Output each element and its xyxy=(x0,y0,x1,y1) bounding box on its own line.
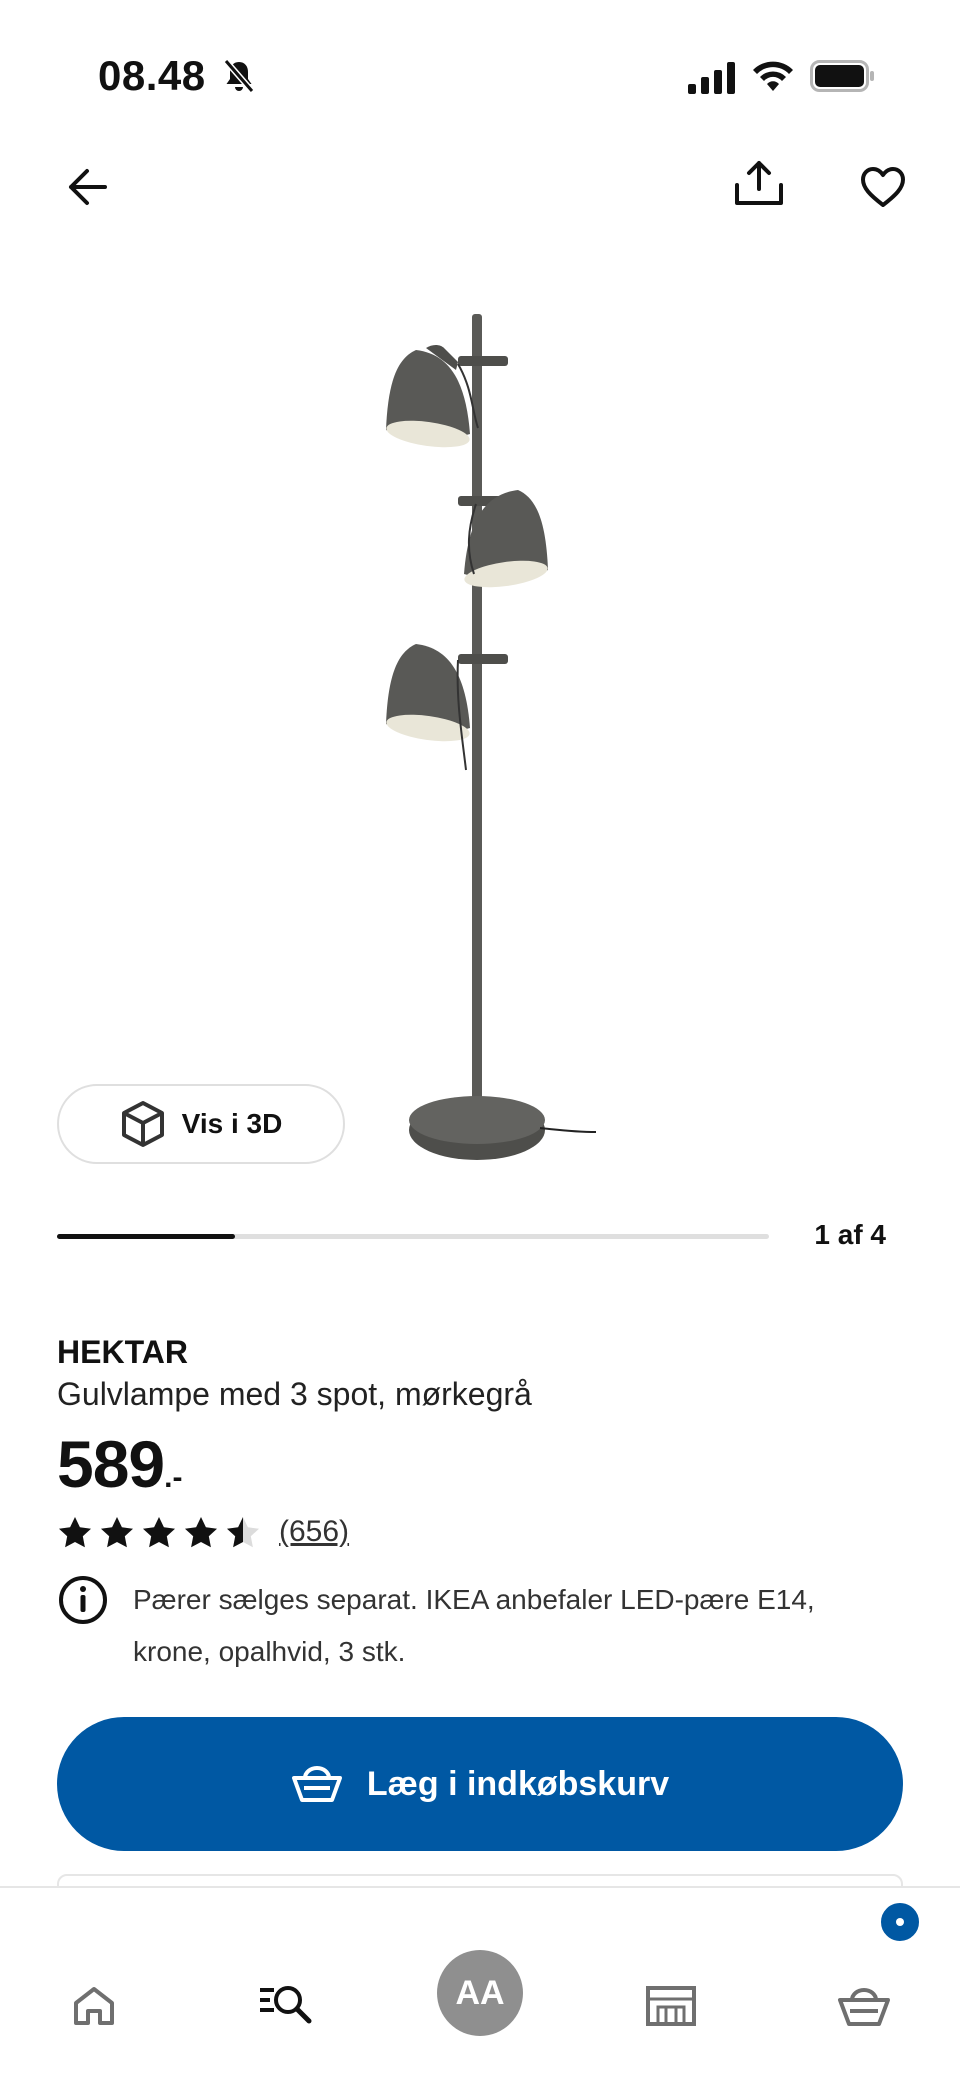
cart-badge xyxy=(878,1900,922,1944)
star-icon xyxy=(59,1517,91,1548)
cart-icon xyxy=(838,1988,890,2026)
signal-icon xyxy=(688,62,735,94)
top-bar xyxy=(0,140,960,230)
nav-profile[interactable]: AA xyxy=(419,1932,541,2054)
view-3d-label: Vis i 3D xyxy=(181,1108,283,1139)
bell-slash-icon xyxy=(223,59,255,93)
nav-search[interactable] xyxy=(226,1944,346,2064)
rating-stars xyxy=(57,1515,261,1549)
cube-icon xyxy=(121,1101,164,1147)
star-icon xyxy=(227,1517,259,1548)
share-icon xyxy=(735,161,783,205)
star-icon xyxy=(185,1517,217,1548)
product-name: HEKTAR xyxy=(57,1334,188,1370)
back-button[interactable] xyxy=(52,152,122,222)
search-icon xyxy=(260,1986,312,2024)
bottom-nav: AA xyxy=(0,1886,960,2087)
carousel-progress xyxy=(57,1234,769,1239)
add-to-cart-button[interactable]: Læg i indkøbskurv xyxy=(57,1717,903,1851)
star-icon xyxy=(143,1517,175,1548)
price-suffix: .- xyxy=(164,1461,183,1494)
info-text: Pærer sælges separat. IKEA anbefaler LED… xyxy=(133,1584,815,1667)
avatar: AA xyxy=(437,1950,523,2036)
basket-icon xyxy=(291,1766,342,1802)
nav-stores[interactable] xyxy=(611,1946,731,2066)
store-icon xyxy=(646,1986,696,2026)
info-note: Pærer sælges separat. IKEA anbefaler LED… xyxy=(57,1574,887,1678)
add-to-cart-label: Læg i indkøbskurv xyxy=(366,1764,670,1803)
product-description: Gulvlampe med 3 spot, mørkegrå xyxy=(57,1376,532,1412)
info-icon xyxy=(59,1576,107,1624)
price: 589 .- xyxy=(57,1426,182,1502)
wifi-icon xyxy=(753,61,793,91)
arrow-left-icon xyxy=(69,169,107,205)
carousel-progress-fill xyxy=(57,1234,235,1239)
heart-icon xyxy=(861,167,905,207)
cart-badge-dot xyxy=(896,1918,904,1926)
price-value: 589 xyxy=(57,1427,165,1501)
battery-icon xyxy=(810,60,874,92)
carousel-counter: 1 af 4 xyxy=(814,1219,886,1250)
product-image xyxy=(386,314,597,1160)
rating-count-link[interactable]: (656) xyxy=(279,1515,349,1549)
home-icon xyxy=(74,1987,114,2025)
status-bar: 08.48 xyxy=(0,0,960,140)
view-3d-button[interactable]: Vis i 3D xyxy=(57,1084,345,1164)
status-time: 08.48 xyxy=(98,52,206,99)
share-button[interactable] xyxy=(724,148,794,218)
star-icon xyxy=(101,1517,133,1548)
nav-home[interactable] xyxy=(34,1946,154,2066)
nav-cart[interactable] xyxy=(804,1946,924,2066)
favorite-button[interactable] xyxy=(848,152,918,222)
rating[interactable]: (656) xyxy=(57,1514,349,1550)
